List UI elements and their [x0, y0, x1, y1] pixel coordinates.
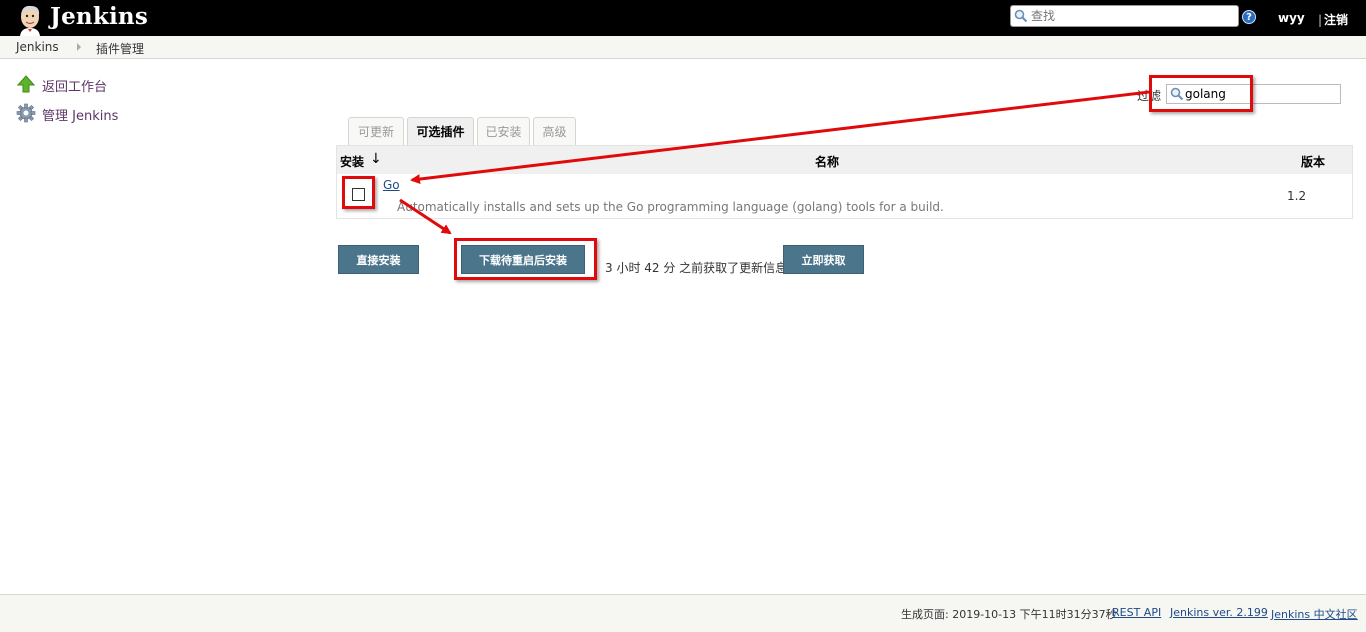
- column-header-install[interactable]: 安装: [340, 153, 364, 170]
- plugin-version: 1.2: [1287, 189, 1307, 203]
- breadcrumb-arrow-icon: [77, 43, 81, 51]
- column-header-name[interactable]: 名称: [815, 153, 839, 170]
- table-header: 安装 ↓ 名称 版本: [337, 146, 1352, 174]
- footer-generated-time: 生成页面: 2019-10-13 下午11时31分37秒: [901, 608, 1117, 621]
- help-icon[interactable]: ?: [1242, 10, 1256, 24]
- top-header: Jenkins ? wyy |注销: [0, 0, 1366, 36]
- logout-label[interactable]: 注销: [1324, 13, 1348, 27]
- sidebar-item-label[interactable]: 管理 Jenkins: [42, 105, 118, 124]
- up-arrow-icon: [16, 75, 36, 93]
- plugin-table: 安装 ↓ 名称 版本 Go Automatically installs and…: [336, 145, 1353, 219]
- annotation-checkbox-box: [342, 176, 375, 209]
- tab-available[interactable]: 可选插件: [407, 117, 474, 146]
- jenkins-version-link[interactable]: Jenkins ver. 2.199: [1170, 606, 1268, 619]
- community-link[interactable]: Jenkins 中文社区: [1271, 606, 1358, 622]
- user-link[interactable]: wyy: [1278, 11, 1305, 25]
- check-now-button[interactable]: 立即获取: [783, 245, 864, 274]
- update-status-text: 3 小时 42 分 之前获取了更新信息: [605, 261, 788, 275]
- breadcrumb-jenkins[interactable]: Jenkins: [16, 40, 59, 54]
- sidebar-item-label[interactable]: 返回工作台: [42, 76, 107, 95]
- jenkins-logo-icon[interactable]: [14, 2, 48, 36]
- annotation-button-box: [454, 238, 597, 280]
- rest-api-link[interactable]: REST API: [1112, 606, 1161, 619]
- separator: |: [1318, 13, 1323, 27]
- search-input[interactable]: [1031, 8, 1231, 24]
- tab-advanced[interactable]: 高级: [533, 117, 576, 146]
- logout-link[interactable]: | 注销: [1318, 11, 1348, 28]
- breadcrumb: Jenkins 插件管理: [0, 36, 1366, 59]
- plugin-name-link[interactable]: Go: [383, 178, 400, 192]
- search-icon: [1014, 9, 1028, 23]
- sort-arrow-icon[interactable]: ↓: [370, 151, 382, 167]
- page-footer: 生成页面: 2019-10-13 下午11时31分37秒 REST API Je…: [0, 594, 1366, 632]
- plugin-description: Automatically installs and sets up the G…: [397, 200, 944, 214]
- tab-installed[interactable]: 已安装: [477, 117, 530, 146]
- gear-icon: [16, 103, 36, 123]
- annotation-filter-box: [1149, 75, 1253, 112]
- install-now-button[interactable]: 直接安装: [338, 245, 419, 274]
- tab-updates[interactable]: 可更新: [348, 117, 404, 146]
- column-header-version[interactable]: 版本: [1301, 153, 1325, 170]
- breadcrumb-plugin-manager[interactable]: 插件管理: [96, 40, 144, 57]
- search-box[interactable]: [1010, 5, 1239, 27]
- brand-title[interactable]: Jenkins: [50, 3, 148, 30]
